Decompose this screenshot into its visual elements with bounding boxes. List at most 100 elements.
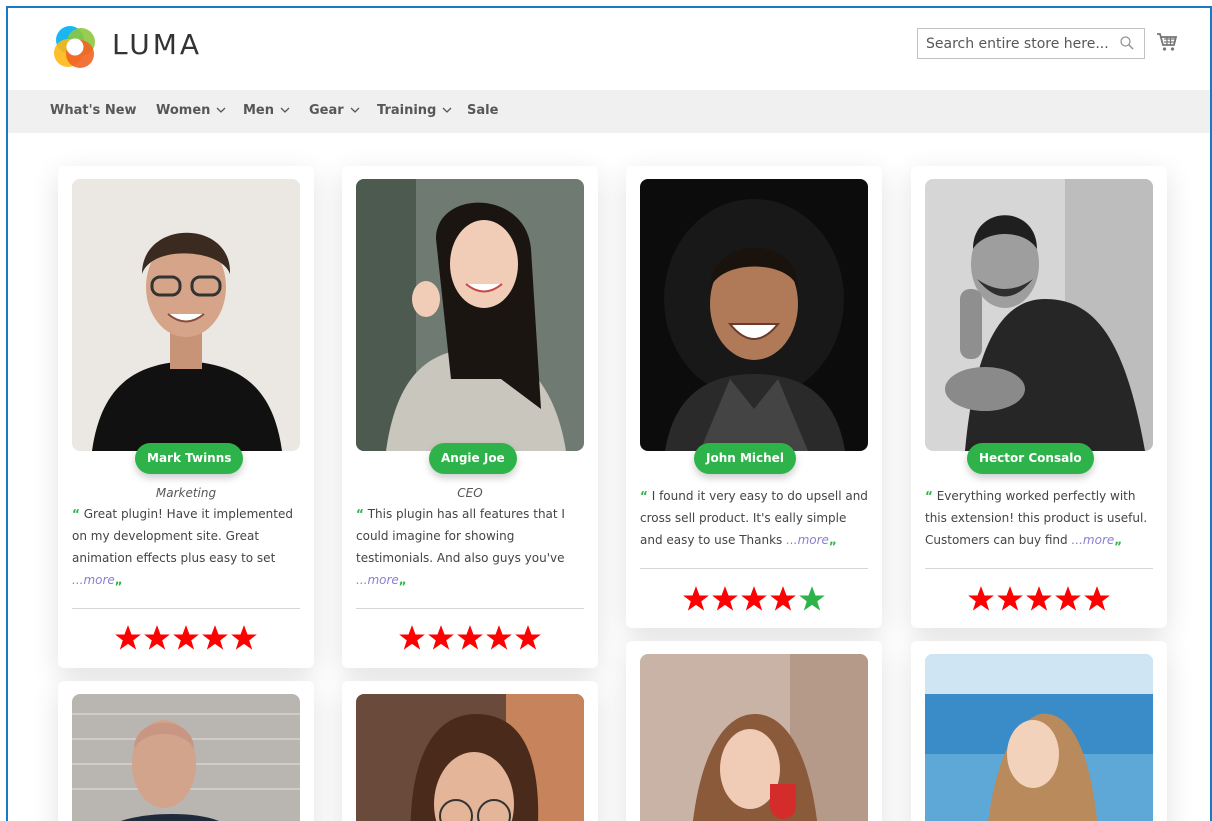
quote-open-icon: “ [356,507,364,521]
search-input[interactable] [918,29,1108,58]
star-icon [399,625,425,650]
quote-open-icon: “ [925,489,933,503]
quote-close-icon: „ [1114,533,1123,547]
testimonial-photo [640,179,868,451]
search-box [917,28,1145,59]
testimonial-card[interactable]: Hector Consalo “ Everything worked perfe… [911,166,1167,628]
testimonial-quote-text: Great plugin! Have it implemented on my … [72,507,293,565]
testimonial-photo [640,654,868,821]
testimonial-role: CEO [457,486,483,500]
nav-item-label: Training [377,103,437,118]
testimonial-photo [356,694,584,821]
testimonial-photo [356,179,584,451]
browser-frame: LUMA What's New Women Men [6,6,1212,821]
person-photo-icon [356,694,584,821]
nav-item-label: Gear [309,103,344,118]
search-icon[interactable] [1120,36,1134,50]
quote-open-icon: “ [72,507,80,521]
testimonial-name: Mark Twinns [135,443,244,474]
testimonial-role: Marketing [155,486,217,500]
testimonial-card[interactable]: Angie Joe CEO “ This plugin has all feat… [342,166,598,668]
nav-item-training[interactable]: Training [377,103,452,118]
star-rating [626,585,882,613]
star-icon [683,586,709,611]
nav-item-label: Men [243,103,275,118]
testimonials-grid: Mark Twinns Marketing “ Great plugin! Ha… [8,133,1210,821]
chevron-down-icon [350,107,360,113]
person-photo-icon [640,654,868,821]
star-icon [457,625,483,650]
nav-item-gear[interactable]: Gear [309,103,360,118]
star-icon [712,586,738,611]
testimonial-card[interactable] [342,681,598,821]
quote-close-icon: „ [828,533,837,547]
testimonial-name: John Michel [694,443,796,474]
testimonial-name: Angie Joe [429,443,517,474]
star-icon [231,625,257,650]
star-icon [428,625,454,650]
star-icon [799,586,825,611]
divider [640,568,868,569]
chevron-down-icon [216,107,226,113]
star-icon [741,586,767,611]
testimonial-photo [72,179,300,451]
luma-logo-icon[interactable] [52,24,98,70]
divider [925,568,1153,569]
nav-item-men[interactable]: Men [243,103,290,118]
nav-item-label: What's New [50,103,137,118]
chevron-down-icon [442,107,452,113]
quote-open-icon: “ [640,489,648,503]
nav-item-whats-new[interactable]: What's New [50,103,137,118]
read-more-link[interactable]: ...more [72,573,115,587]
star-icon [173,625,199,650]
star-rating [911,585,1167,613]
star-icon [770,586,796,611]
nav-item-women[interactable]: Women [156,103,226,118]
star-icon [115,625,141,650]
testimonial-quote: “ I found it very easy to do upsell and … [640,485,870,551]
read-more-link[interactable]: ...more [786,533,829,547]
star-icon [486,625,512,650]
chevron-down-icon [280,107,290,113]
nav-item-sale[interactable]: Sale [467,103,498,118]
read-more-link[interactable]: ...more [356,573,399,587]
nav-item-label: Women [156,103,211,118]
read-more-link[interactable]: ...more [1071,533,1114,547]
person-photo-icon [925,654,1153,821]
star-icon [515,625,541,650]
star-rating [342,624,598,652]
brand-name[interactable]: LUMA [112,28,202,61]
site-header: LUMA [8,8,1210,90]
testimonial-quote: “ Everything worked perfectly with this … [925,485,1155,551]
testimonial-card[interactable]: Mark Twinns Marketing “ Great plugin! Ha… [58,166,314,668]
quote-close-icon: „ [398,573,407,587]
quote-close-icon: „ [114,573,123,587]
person-photo-icon [640,179,868,451]
main-navigation: What's New Women Men Gear Training Sale [8,90,1210,133]
testimonial-card[interactable]: John Michel “ I found it very easy to do… [626,166,882,628]
person-photo-icon [925,179,1153,451]
person-photo-icon [356,179,584,451]
testimonial-quote: “ Great plugin! Have it implemented on m… [72,503,302,591]
testimonial-card[interactable] [58,681,314,821]
star-icon [968,586,994,611]
star-icon [1084,586,1110,611]
testimonial-name: Hector Consalo [967,443,1094,474]
testimonial-card[interactable] [626,641,882,821]
testimonial-quote-text: This plugin has all features that I coul… [356,507,565,565]
testimonial-card[interactable] [911,641,1167,821]
nav-item-label: Sale [467,103,499,118]
testimonial-photo [72,694,300,821]
testimonial-photo [925,179,1153,451]
divider [356,608,584,609]
divider [72,608,300,609]
cart-icon[interactable] [1156,32,1178,52]
star-icon [1055,586,1081,611]
person-photo-icon [72,179,300,451]
testimonial-photo [925,654,1153,821]
star-rating [58,624,314,652]
star-icon [144,625,170,650]
person-photo-icon [72,694,300,821]
testimonial-quote: “ This plugin has all features that I co… [356,503,586,591]
star-icon [1026,586,1052,611]
